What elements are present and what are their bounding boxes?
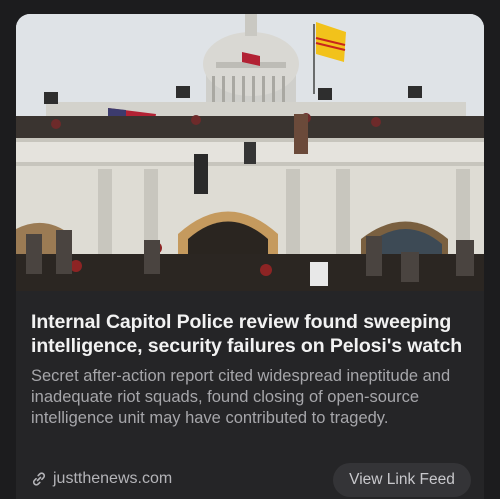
article-summary: Secret after-action report cited widespr… <box>31 367 451 427</box>
article-photo[interactable] <box>16 14 484 291</box>
news-card[interactable]: Internal Capitol Police review found swe… <box>16 14 484 499</box>
article-headline[interactable]: Internal Capitol Police review found swe… <box>31 310 476 358</box>
link-icon <box>31 471 47 487</box>
capitol-photo-illustration <box>16 14 484 291</box>
card-footer: justthenews.com View Link Feed <box>31 463 471 497</box>
source-domain[interactable]: justthenews.com <box>53 470 172 488</box>
view-link-feed-button[interactable]: View Link Feed <box>333 463 471 497</box>
source-link[interactable]: justthenews.com <box>31 470 172 488</box>
